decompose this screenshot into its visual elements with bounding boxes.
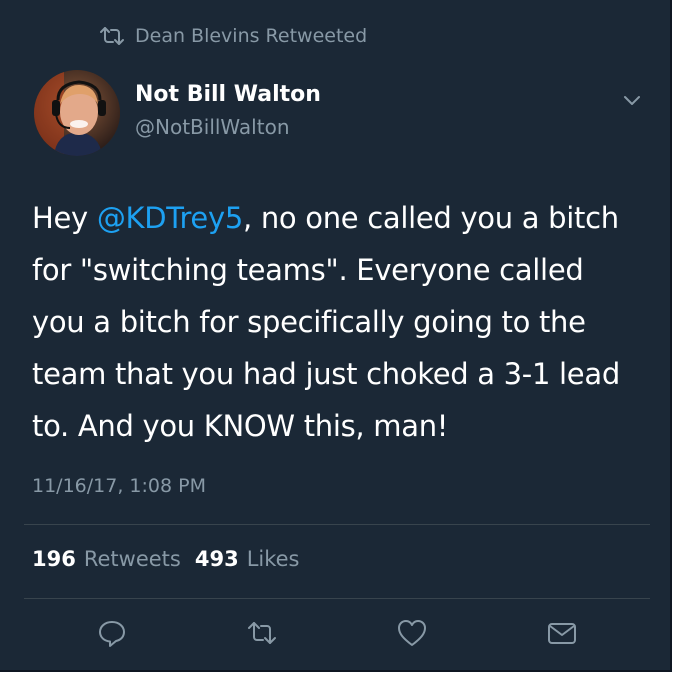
- divider: [24, 598, 650, 599]
- chevron-down-icon[interactable]: [620, 88, 644, 112]
- message-icon[interactable]: [546, 617, 578, 649]
- retweets-count[interactable]: 196: [32, 547, 76, 571]
- likes-count[interactable]: 493: [195, 547, 239, 571]
- retweet-banner: Dean Blevins Retweeted: [98, 22, 367, 50]
- retweet-banner-text[interactable]: Dean Blevins Retweeted: [135, 25, 367, 47]
- like-icon[interactable]: [396, 617, 428, 649]
- avatar-photo: [34, 70, 120, 156]
- tweet-card: Dean Blevins Retweeted Not Bill Walton @…: [0, 0, 672, 672]
- likes-label[interactable]: Likes: [247, 547, 300, 571]
- author-handle[interactable]: @NotBillWalton: [135, 115, 290, 139]
- retweets-label[interactable]: Retweets: [84, 547, 181, 571]
- tweet-text-rest: , no one called you a bitch for "switchi…: [32, 201, 620, 443]
- mention-link[interactable]: @KDTrey5: [97, 201, 243, 235]
- reply-icon[interactable]: [96, 617, 128, 649]
- author-display-name[interactable]: Not Bill Walton: [135, 82, 321, 107]
- divider: [24, 524, 650, 525]
- tweet-stats: 196 Retweets 493 Likes: [32, 547, 314, 571]
- retweet-icon: [100, 27, 124, 45]
- tweet-timestamp[interactable]: 11/16/17, 1:08 PM: [32, 475, 206, 497]
- tweet-text-start: Hey: [32, 201, 97, 235]
- avatar[interactable]: [34, 70, 120, 156]
- tweet-text: Hey @KDTrey5, no one called you a bitch …: [32, 192, 637, 452]
- retweet-icon[interactable]: [246, 617, 278, 649]
